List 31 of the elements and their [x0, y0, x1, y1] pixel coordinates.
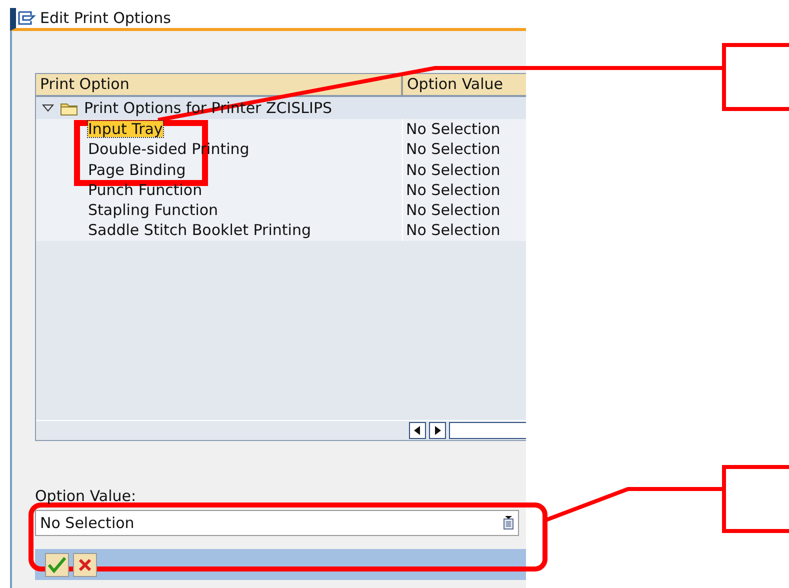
- checkmark-icon: [48, 556, 66, 572]
- cancel-button[interactable]: [73, 552, 97, 576]
- caret-left-icon: [414, 426, 421, 435]
- window-title: Edit Print Options: [40, 8, 171, 29]
- option-value[interactable]: No Selection: [406, 178, 500, 202]
- option-name[interactable]: Stapling Function: [88, 199, 218, 222]
- option-name[interactable]: Saddle Stitch Booklet Printing: [88, 219, 311, 242]
- option-name[interactable]: Punch Function: [88, 178, 202, 202]
- caret-right-icon: [434, 426, 441, 435]
- close-icon: [78, 558, 92, 572]
- column-header[interactable]: Option Value: [403, 74, 504, 95]
- option-value[interactable]: No Selection: [406, 199, 500, 222]
- folder-icon: [60, 100, 78, 116]
- column-header[interactable]: Print Option: [36, 74, 403, 95]
- scrollbar-track[interactable]: [449, 422, 526, 439]
- scroll-right-button[interactable]: [429, 422, 446, 439]
- list-icon: [503, 516, 514, 530]
- option-name[interactable]: Page Binding: [88, 158, 186, 181]
- callout-box: [722, 465, 789, 533]
- confirm-button[interactable]: [45, 552, 69, 576]
- option-value[interactable]: No Selection: [406, 118, 500, 140]
- window-icon: [18, 10, 36, 26]
- expand-arrow-icon[interactable]: [42, 104, 54, 112]
- option-name[interactable]: Input Tray: [88, 120, 163, 138]
- option-value[interactable]: No Selection: [406, 219, 500, 242]
- callout-box: [722, 43, 789, 111]
- field-label: Option Value:: [35, 489, 138, 504]
- scroll-left-button[interactable]: [409, 422, 426, 439]
- option-value[interactable]: No Selection: [406, 158, 500, 181]
- option-value[interactable]: No Selection: [406, 138, 500, 161]
- option-value-dropdown[interactable]: No Selection: [35, 510, 519, 536]
